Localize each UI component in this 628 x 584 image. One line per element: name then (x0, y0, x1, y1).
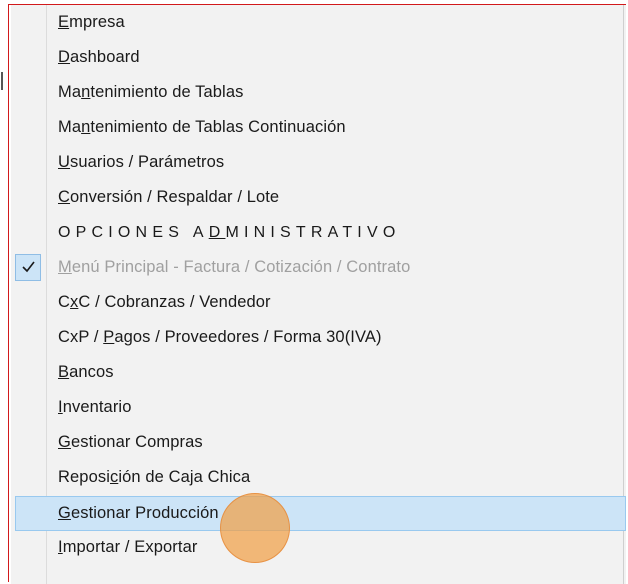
menu-item-importar-exportar[interactable]: Importar / Exportar (11, 531, 626, 566)
menu-item-label: Conversión / Respaldar / Lote (58, 188, 280, 206)
menu-item-label: Empresa (58, 13, 125, 31)
menu-item-label: OPCIONES ADMINISTRATIVO (58, 224, 401, 241)
menu-item-cxc-cobranzas-vendedor[interactable]: CxC / Cobranzas / Vendedor (11, 286, 626, 321)
menu-item-mantenimiento-de-tablas-continuacion[interactable]: Mantenimiento de Tablas Continuación (11, 111, 626, 146)
checkmark-icon (15, 254, 41, 281)
menu-item-label: Inventario (58, 398, 132, 416)
background-fragment (1, 72, 3, 90)
menu-item-label: CxP / Pagos / Proveedores / Forma 30(IVA… (58, 328, 382, 346)
menu-item-dashboard[interactable]: Dashboard (11, 41, 626, 76)
menu-item-label: Mantenimiento de Tablas (58, 83, 244, 101)
menu-section-header: OPCIONES ADMINISTRATIVO (11, 216, 626, 251)
menu-item-label: Dashboard (58, 48, 140, 66)
menu-item-label: Bancos (58, 363, 114, 381)
menu-item-bancos[interactable]: Bancos (11, 356, 626, 391)
menu-item-label: Gestionar Compras (58, 433, 203, 451)
click-indicator (220, 493, 290, 563)
menu-item-label: Reposición de Caja Chica (58, 468, 251, 486)
menu-item-conversion-respaldar-lote[interactable]: Conversión / Respaldar / Lote (11, 181, 626, 216)
menu-item-label: CxC / Cobranzas / Vendedor (58, 293, 271, 311)
menu-item-empresa[interactable]: Empresa (11, 6, 626, 41)
menu-item-menu-principal-factura-cotizacion-contrato: Menú Principal - Factura / Cotización / … (11, 251, 626, 286)
menu-item-label: Importar / Exportar (58, 538, 198, 556)
menu-item-mantenimiento-de-tablas[interactable]: Mantenimiento de Tablas (11, 76, 626, 111)
menu-item-reposicion-de-caja-chica[interactable]: Reposición de Caja Chica (11, 461, 626, 496)
menu-item-label: Mantenimiento de Tablas Continuación (58, 118, 346, 136)
menu-item-gestionar-produccion[interactable]: Gestionar Producción (15, 496, 626, 531)
menu-item-label: Menú Principal - Factura / Cotización / … (58, 258, 411, 276)
dropdown-menu: Empresa Dashboard Mantenimiento de Tablas M… (11, 5, 626, 584)
menu-item-label: Usuarios / Parámetros (58, 153, 225, 171)
menu-item-cxp-pagos-proveedores-forma-30-iva[interactable]: CxP / Pagos / Proveedores / Forma 30(IVA… (11, 321, 626, 356)
menu-item-gestionar-compras[interactable]: Gestionar Compras (11, 426, 626, 461)
menu-item-usuarios-parametros[interactable]: Usuarios / Parámetros (11, 146, 626, 181)
menu-item-label: Gestionar Producción (58, 504, 219, 522)
menu-item-inventario[interactable]: Inventario (11, 391, 626, 426)
